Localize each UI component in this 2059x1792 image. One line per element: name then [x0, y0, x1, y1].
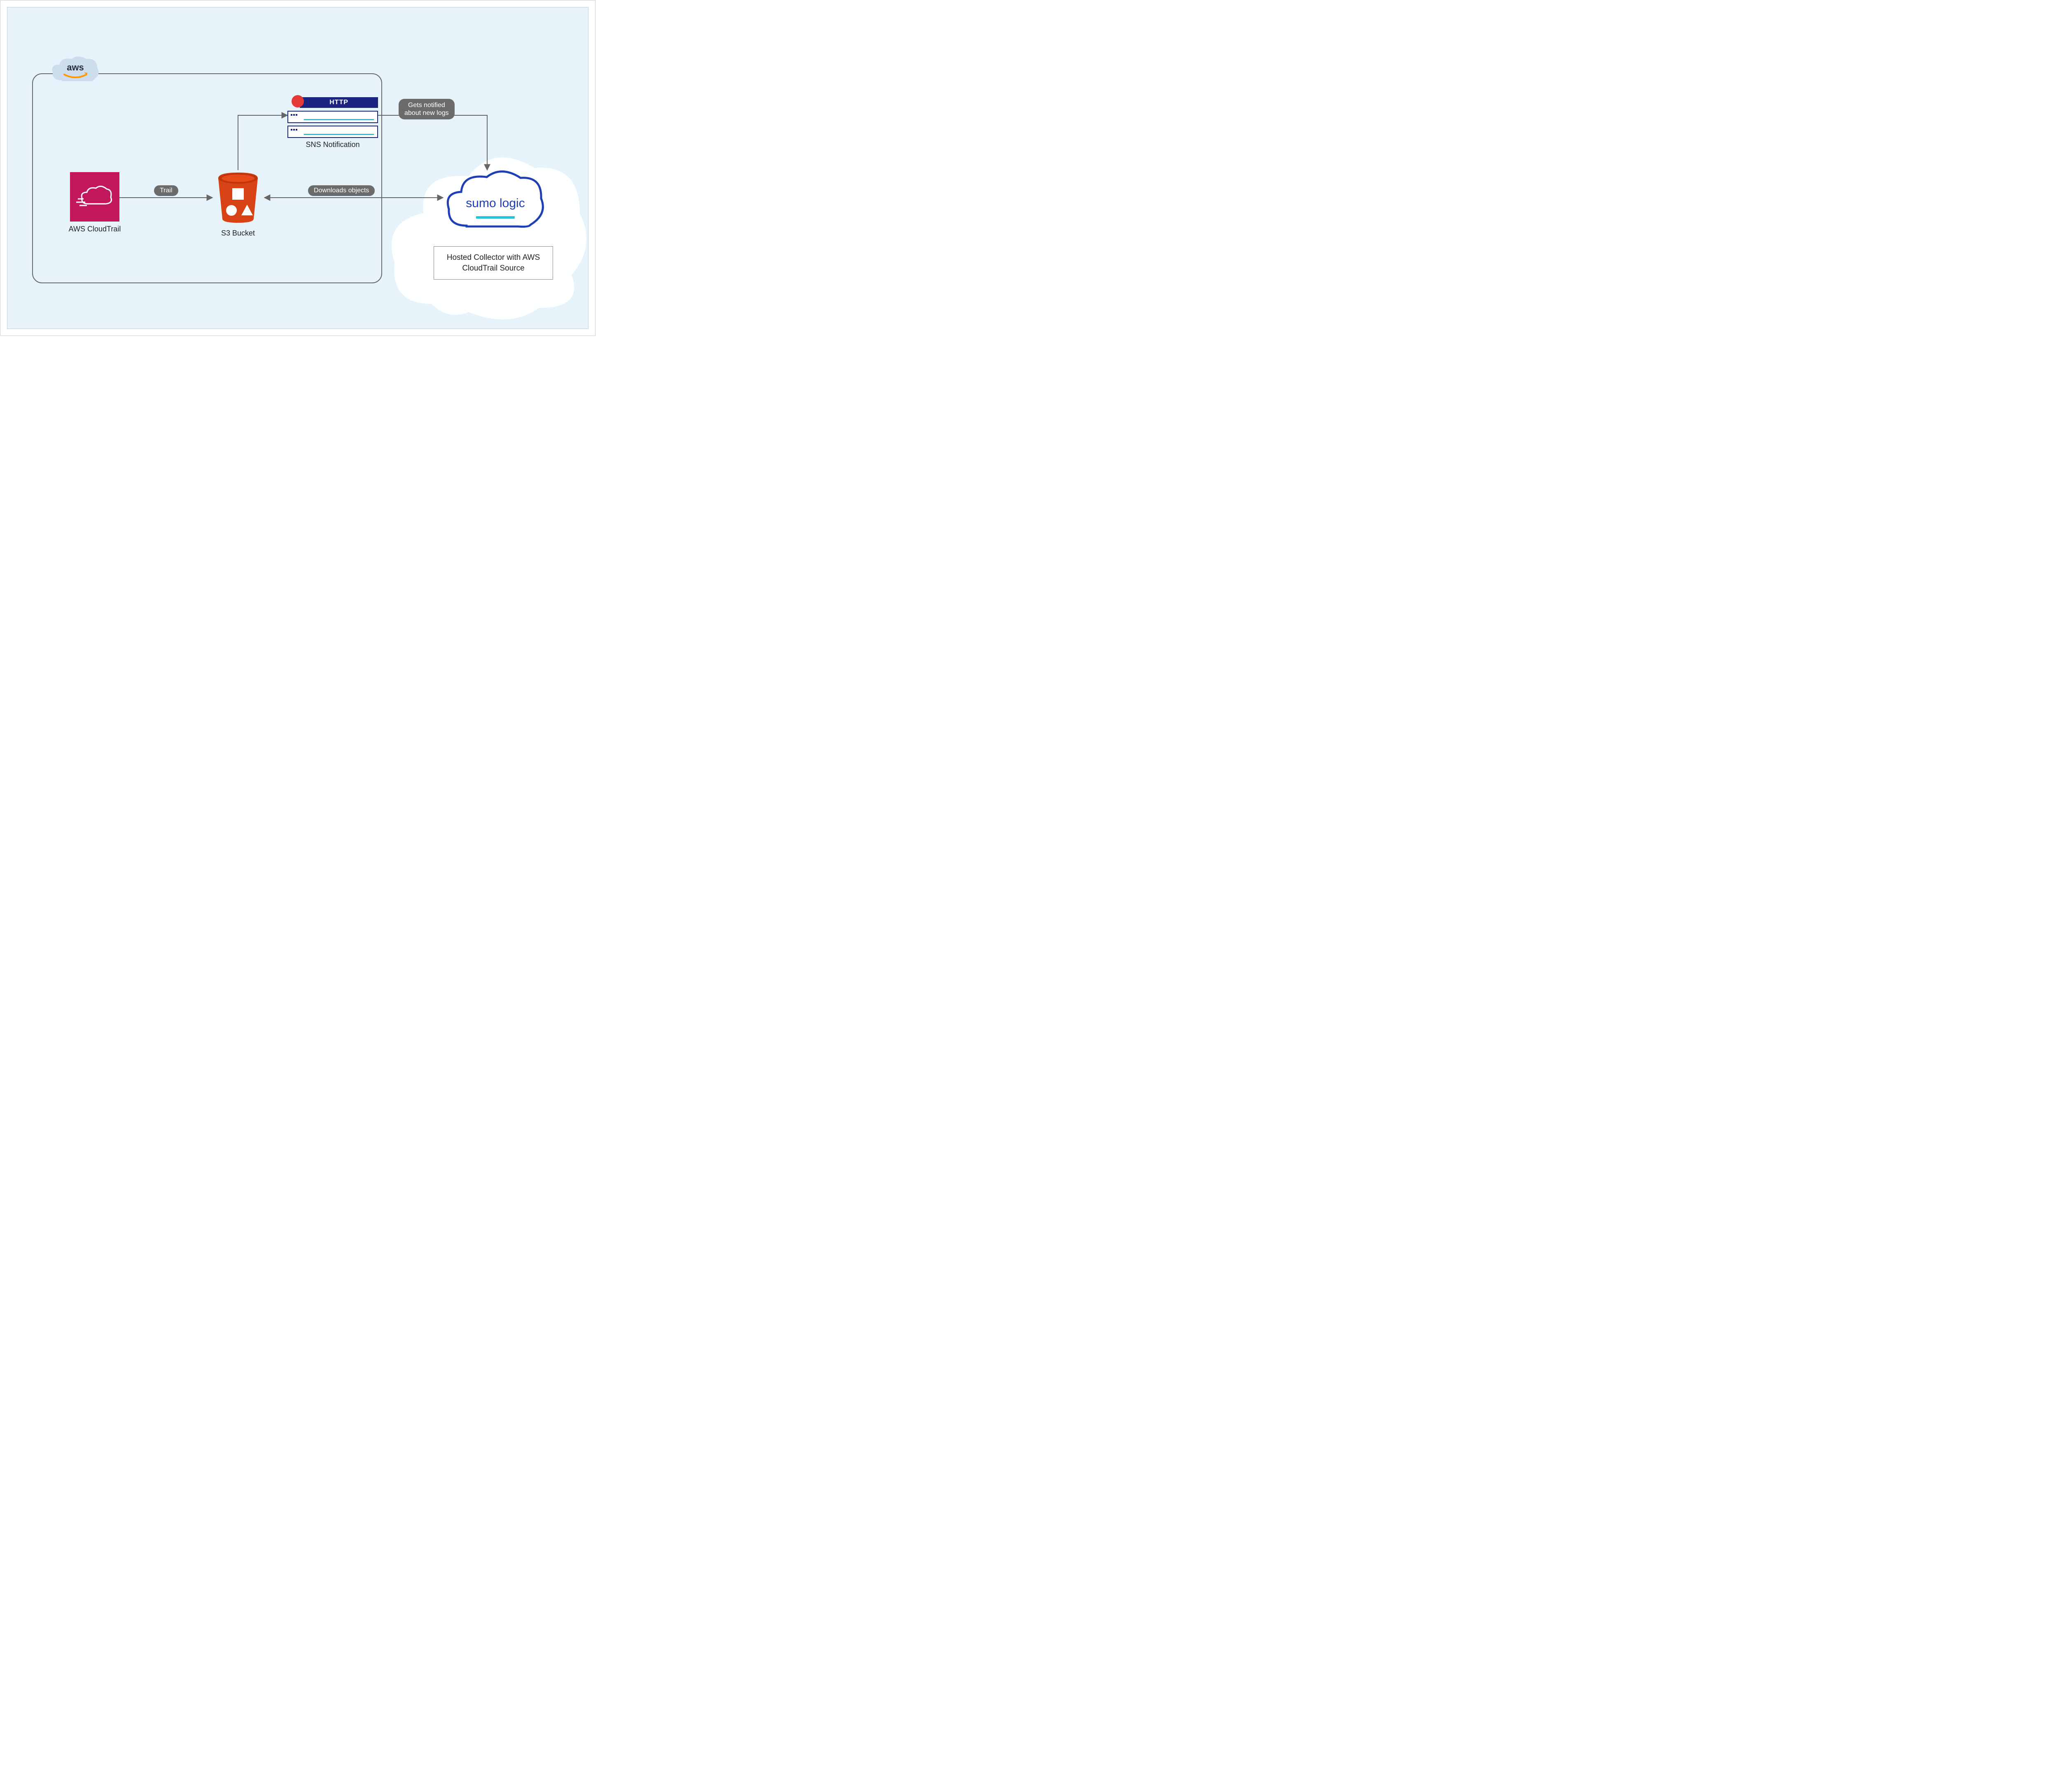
aws-text: aws	[67, 62, 84, 72]
sumo-cloud-icon: sumo logic	[444, 168, 547, 234]
diagram-canvas: aws Trail Downloads objects Gets notifie…	[7, 7, 588, 329]
collector-box: Hosted Collector with AWS CloudTrail Sou…	[434, 246, 553, 280]
edge-label-notified: Gets notified about new logs	[399, 99, 455, 119]
edge-label-downloads: Downloads objects	[308, 185, 375, 196]
server-row-1	[287, 111, 378, 123]
sns-label: SNS Notification	[287, 140, 378, 149]
node-s3: S3 Bucket	[209, 170, 267, 238]
sumo-text: sumo logic	[466, 196, 525, 210]
http-dot-icon	[292, 95, 304, 107]
notified-line2: about new logs	[404, 110, 449, 117]
http-banner: HTTP	[287, 96, 378, 108]
edge-label-trail: Trail	[154, 185, 178, 196]
node-sumo: sumo logic	[444, 168, 547, 236]
server-row-2	[287, 126, 378, 138]
aws-cloud-badge: aws	[49, 55, 102, 86]
s3-bucket-icon	[213, 170, 263, 224]
cloudtrail-icon	[70, 172, 119, 222]
node-sns: HTTP SNS Notification	[287, 96, 378, 149]
s3-label: S3 Bucket	[209, 229, 267, 238]
notified-line1: Gets notified	[408, 102, 445, 109]
cloudtrail-label: AWS CloudTrail	[62, 225, 128, 233]
http-bar: HTTP	[300, 97, 378, 108]
node-cloudtrail: AWS CloudTrail	[62, 172, 128, 233]
